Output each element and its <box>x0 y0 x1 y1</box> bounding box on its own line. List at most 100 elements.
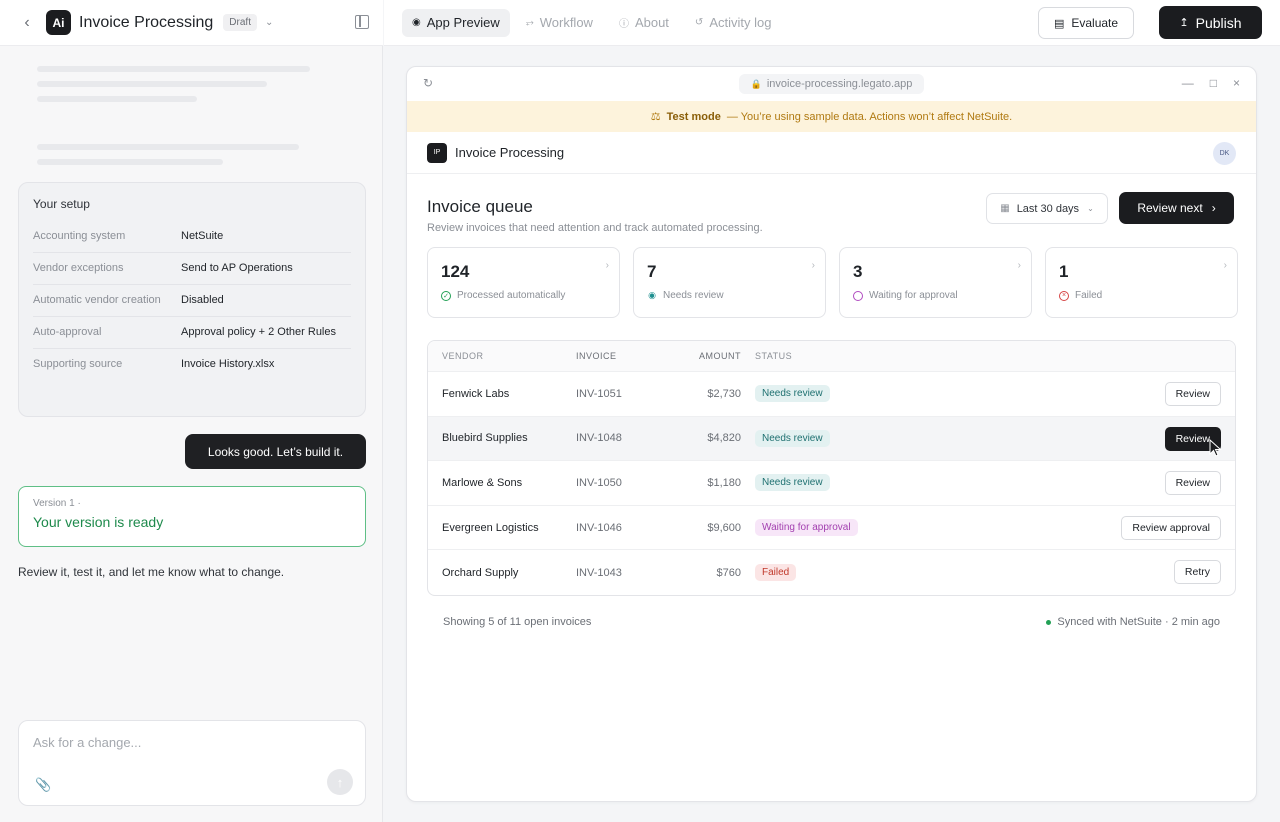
stat-label-row: ◉ Needs review <box>647 290 812 301</box>
calendar-icon: ▦ <box>1000 203 1010 214</box>
assistant-message: Review it, test it, and let me know what… <box>18 565 285 579</box>
stat-card-waiting[interactable]: 3 Waiting for approval › <box>839 247 1032 318</box>
review-approval-button[interactable]: Review approval <box>1121 515 1221 540</box>
loading-skeleton <box>37 144 299 150</box>
review-next-button[interactable]: Review next › <box>1119 192 1234 224</box>
back-arrow-icon[interactable]: ‹ <box>16 12 38 34</box>
chevron-right-icon: › <box>1223 260 1227 271</box>
eye-icon: ◉ <box>648 290 656 300</box>
setup-row: Supporting source Invoice History.xlsx <box>33 349 351 380</box>
vendor-cell: Orchard Supply <box>442 566 519 579</box>
stat-value: 1 <box>1059 262 1069 281</box>
stat-card-failed[interactable]: 1 × Failed › <box>1045 247 1238 318</box>
amount-cell: $760 <box>716 566 741 579</box>
vendor-cell: Bluebird Supplies <box>442 432 528 445</box>
app-header: IP Invoice Processing DK <box>407 132 1256 174</box>
loading-skeleton <box>37 81 267 87</box>
stat-card-processed[interactable]: 124 ✓ Processed automatically › <box>427 247 620 318</box>
setup-title: Your setup <box>33 197 90 211</box>
mouse-cursor-icon <box>1209 438 1222 457</box>
reload-icon[interactable]: ↻ <box>423 76 433 90</box>
evaluate-button[interactable]: ▤ Evaluate <box>1038 7 1134 39</box>
send-arrow-icon[interactable]: ↑ <box>327 769 353 795</box>
publish-label: Publish <box>1195 14 1242 31</box>
date-range-select[interactable]: ▦ Last 30 days ⌄ <box>986 193 1108 224</box>
evaluate-icon: ▤ <box>1053 17 1065 30</box>
chat-composer: 📎 ↑ <box>18 720 366 806</box>
page-subtitle: Review invoices that need attention and … <box>427 222 763 234</box>
chevron-right-icon: › <box>811 260 815 271</box>
app-title: Invoice Processing <box>79 13 214 31</box>
panel-toggle-icon[interactable] <box>355 15 369 29</box>
paperclip-icon[interactable]: 📎 <box>35 777 51 793</box>
avatar[interactable]: DK <box>1213 142 1236 165</box>
tab-about[interactable]: ⓘ About <box>609 9 679 37</box>
sync-status: Synced with NetSuite · 2 min ago <box>1046 616 1220 628</box>
setup-value: Send to AP Operations <box>181 262 293 274</box>
close-icon[interactable]: × <box>1233 76 1240 90</box>
table-header: VENDOR INVOICE AMOUNT STATUS <box>428 341 1235 372</box>
draft-badge[interactable]: Draft <box>223 14 257 31</box>
amount-cell: $9,600 <box>707 521 741 534</box>
app-logo: IP <box>427 142 447 163</box>
table-row[interactable]: Fenwick Labs INV-1051 $2,730 Needs revie… <box>428 372 1235 417</box>
minimize-icon[interactable]: — <box>1182 76 1194 90</box>
stat-label-row: Waiting for approval <box>853 290 1018 301</box>
vendor-cell: Fenwick Labs <box>442 387 510 400</box>
chevron-right-icon: › <box>1017 260 1021 271</box>
url-bar[interactable]: 🔒 invoice-processing.legato.app <box>738 74 925 94</box>
browser-bar: ↻ 🔒 invoice-processing.legato.app — □ × <box>407 67 1256 101</box>
setup-value: NetSuite <box>181 230 224 242</box>
status-cell: Failed <box>741 564 1235 582</box>
app-logo: Ai <box>46 10 71 35</box>
loading-skeleton <box>37 159 223 165</box>
setup-value: Approval policy + 2 Other Rules <box>181 326 336 338</box>
left-header: ‹ Ai Invoice Processing Draft ⌄ <box>0 0 383 46</box>
test-mode-text: — You’re using sample data. Actions won’… <box>726 110 1013 123</box>
chat-input[interactable] <box>33 735 333 750</box>
setup-row: Vendor exceptions Send to AP Operations <box>33 253 351 285</box>
check-circle-icon: ✓ <box>441 290 451 301</box>
stat-value: 3 <box>853 262 863 281</box>
sync-status-dot-icon <box>1046 619 1052 625</box>
tab-workflow[interactable]: ⥅ Workflow <box>516 9 603 37</box>
tab-activity-log[interactable]: ↺ Activity log <box>685 9 782 37</box>
col-amount: AMOUNT <box>699 351 741 361</box>
clock-icon <box>853 290 863 301</box>
flask-icon: ⚖ <box>650 111 661 123</box>
lock-icon: 🔒 <box>750 78 762 89</box>
eye-icon: ◉ <box>412 17 421 28</box>
stat-label: Processed automatically <box>457 290 566 301</box>
table-row[interactable]: Orchard Supply INV-1043 $760 Failed Retr… <box>428 550 1235 595</box>
tab-label: About <box>634 15 669 30</box>
review-button[interactable]: Review <box>1164 471 1221 496</box>
page-title: Invoice queue <box>427 197 533 216</box>
tab-app-preview[interactable]: ◉ App Preview <box>402 8 510 37</box>
table-row[interactable]: Marlowe & Sons INV-1050 $1,180 Needs rev… <box>428 461 1235 506</box>
maximize-icon[interactable]: □ <box>1210 76 1217 90</box>
setup-summary-card: Your setup Accounting system NetSuite Ve… <box>18 182 366 417</box>
retry-button[interactable]: Retry <box>1173 560 1221 585</box>
review-button[interactable]: Review <box>1164 382 1221 406</box>
table-row[interactable]: Bluebird Supplies INV-1048 $4,820 Needs … <box>428 416 1235 462</box>
invoice-cell: INV-1048 <box>576 432 622 445</box>
workflow-icon: ⥅ <box>525 17 534 28</box>
top-nav: ◉ App Preview ⥅ Workflow ⓘ About ↺ Activ… <box>384 0 1280 46</box>
app-preview-window: ↻ 🔒 invoice-processing.legato.app — □ × … <box>406 66 1257 802</box>
setup-value: Invoice History.xlsx <box>181 358 275 370</box>
stat-card-needs-review[interactable]: 7 ◉ Needs review › <box>633 247 826 318</box>
invoice-table: VENDOR INVOICE AMOUNT STATUS Fenwick Lab… <box>427 340 1236 596</box>
table-row[interactable]: Evergreen Logistics INV-1046 $9,600 Wait… <box>428 506 1235 551</box>
loading-skeleton <box>37 66 310 72</box>
setup-row: Automatic vendor creation Disabled <box>33 285 351 317</box>
invoice-cell: INV-1043 <box>576 566 622 579</box>
col-vendor: VENDOR <box>442 351 484 361</box>
setup-label: Vendor exceptions <box>33 262 124 274</box>
evaluate-label: Evaluate <box>1071 16 1119 30</box>
publish-button[interactable]: ↥ Publish <box>1159 6 1262 39</box>
tab-label: Activity log <box>709 15 772 30</box>
x-circle-icon: × <box>1059 290 1069 301</box>
status-badge: Failed <box>755 564 797 582</box>
version-card[interactable]: Version 1 · Your version is ready <box>18 486 366 547</box>
chevron-down-icon[interactable]: ⌄ <box>265 17 273 28</box>
